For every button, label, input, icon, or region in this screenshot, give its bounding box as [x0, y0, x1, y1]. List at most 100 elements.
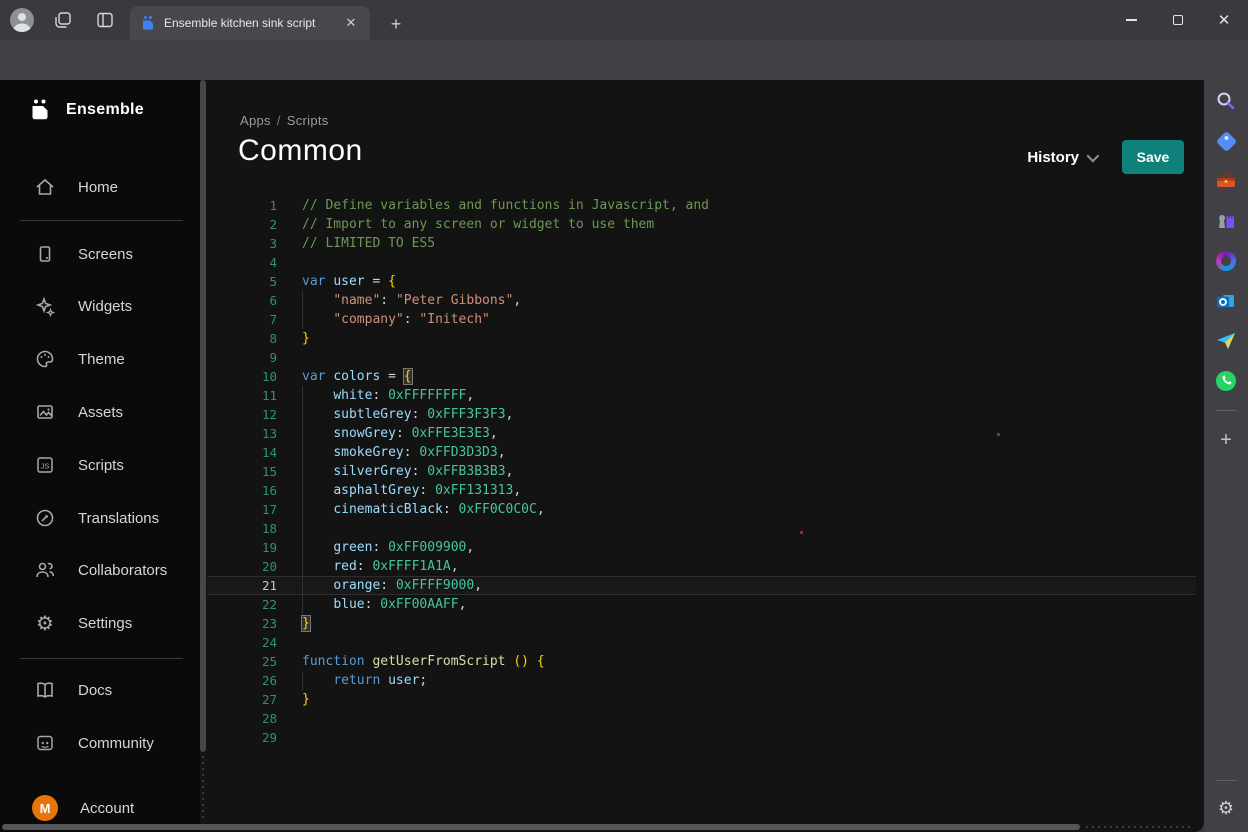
- sidebar-item-community[interactable]: Community: [0, 726, 200, 760]
- code-text: blue: 0xFF00AAFF,: [302, 595, 466, 614]
- code-editor[interactable]: 1// Define variables and functions in Ja…: [207, 196, 1196, 832]
- code-line[interactable]: 8}: [207, 329, 1196, 348]
- sidebar-item-translations[interactable]: Translations: [0, 501, 200, 535]
- vertical-tabs-icon[interactable]: [94, 9, 116, 31]
- red-speck: [800, 531, 803, 534]
- edge-sidebar-divider: [1215, 780, 1237, 781]
- sidebar-item-label: Theme: [78, 351, 125, 368]
- code-line[interactable]: 14 smokeGrey: 0xFFD3D3D3,: [207, 443, 1196, 462]
- code-line[interactable]: 23}: [207, 614, 1196, 633]
- vertical-scrollbar[interactable]: [199, 80, 207, 832]
- red-speck: [997, 433, 1000, 436]
- code-line[interactable]: 6 "name": "Peter Gibbons",: [207, 291, 1196, 310]
- code-line[interactable]: 17 cinematicBlack: 0xFF0C0C0C,: [207, 500, 1196, 519]
- code-line[interactable]: 19 green: 0xFF009900,: [207, 538, 1196, 557]
- line-number: 13: [207, 424, 277, 443]
- code-line[interactable]: 21 orange: 0xFFFF9000,: [207, 576, 1196, 595]
- line-number: 12: [207, 405, 277, 424]
- line-number: 9: [207, 348, 277, 367]
- line-number: 3: [207, 234, 277, 253]
- code-line[interactable]: 25function getUserFromScript () {: [207, 652, 1196, 671]
- code-line[interactable]: 13 snowGrey: 0xFFE3E3E3,: [207, 424, 1196, 443]
- line-number: 6: [207, 291, 277, 310]
- code-area: 1// Define variables and functions in Ja…: [207, 196, 1196, 747]
- sidebar-item-theme[interactable]: Theme: [0, 342, 200, 376]
- sidebar-item-label: Screens: [78, 246, 133, 263]
- code-text: asphaltGrey: 0xFF131313,: [302, 481, 521, 500]
- breadcrumb-apps[interactable]: Apps: [240, 113, 271, 128]
- code-line[interactable]: 27}: [207, 690, 1196, 709]
- code-line[interactable]: 9: [207, 348, 1196, 367]
- line-number: 7: [207, 310, 277, 329]
- code-line[interactable]: 18: [207, 519, 1196, 538]
- sidebar-item-label: Docs: [78, 682, 112, 699]
- code-line[interactable]: 5var user = {: [207, 272, 1196, 291]
- maximize-button[interactable]: [1162, 5, 1194, 35]
- sidebar-item-home[interactable]: Home: [0, 170, 200, 204]
- code-text: return user;: [302, 671, 427, 690]
- tab-close-button[interactable]: ✕: [342, 14, 360, 32]
- code-line[interactable]: 12 subtleGrey: 0xFFF3F3F3,: [207, 405, 1196, 424]
- theme-icon: [34, 348, 56, 370]
- code-line[interactable]: 11 white: 0xFFFFFFFF,: [207, 386, 1196, 405]
- code-line[interactable]: 24: [207, 633, 1196, 652]
- shopping-icon[interactable]: [1214, 129, 1238, 153]
- history-button[interactable]: History: [1027, 149, 1096, 166]
- code-text: orange: 0xFFFF9000,: [302, 576, 482, 595]
- sidebar-item-account[interactable]: M Account: [0, 791, 200, 825]
- code-line[interactable]: 20 red: 0xFFFF1A1A,: [207, 557, 1196, 576]
- code-text: }: [302, 329, 310, 348]
- code-line[interactable]: 2// Import to any screen or widget to us…: [207, 215, 1196, 234]
- code-text: red: 0xFFFF1A1A,: [302, 557, 459, 576]
- minimize-button[interactable]: [1115, 5, 1147, 35]
- code-line[interactable]: 15 silverGrey: 0xFFB3B3B3,: [207, 462, 1196, 481]
- add-to-sidebar-button[interactable]: +: [1214, 428, 1238, 452]
- close-button[interactable]: ✕: [1208, 5, 1240, 35]
- tab-title: Ensemble kitchen sink script: [164, 16, 342, 30]
- outlook-icon[interactable]: [1214, 289, 1238, 313]
- vertical-scrollbar-thumb[interactable]: [200, 80, 206, 752]
- games-icon[interactable]: [1214, 209, 1238, 233]
- tools-icon[interactable]: [1214, 169, 1238, 193]
- code-line[interactable]: 4: [207, 253, 1196, 272]
- sidebar-item-docs[interactable]: Docs: [0, 673, 200, 707]
- horizontal-scrollbar[interactable]: [0, 824, 1196, 831]
- save-button[interactable]: Save: [1122, 140, 1184, 174]
- breadcrumb-scripts[interactable]: Scripts: [287, 113, 329, 128]
- code-line[interactable]: 10var colors = {: [207, 367, 1196, 386]
- code-line[interactable]: 7 "company": "Initech": [207, 310, 1196, 329]
- brand[interactable]: Ensemble: [28, 98, 144, 122]
- line-number: 27: [207, 690, 277, 709]
- search-icon[interactable]: [1214, 89, 1238, 113]
- code-line[interactable]: 16 asphaltGrey: 0xFF131313,: [207, 481, 1196, 500]
- browser-tab[interactable]: Ensemble kitchen sink script ✕: [130, 6, 370, 40]
- line-number: 22: [207, 595, 277, 614]
- sidebar-item-screens[interactable]: Screens: [0, 237, 200, 271]
- sidebar-item-settings[interactable]: ⚙ Settings: [0, 606, 200, 640]
- line-number: 18: [207, 519, 277, 538]
- sidebar-settings-icon[interactable]: ⚙: [1214, 796, 1238, 820]
- code-line[interactable]: 22 blue: 0xFF00AAFF,: [207, 595, 1196, 614]
- new-tab-button[interactable]: +: [384, 12, 408, 36]
- code-text: smokeGrey: 0xFFD3D3D3,: [302, 443, 506, 462]
- sidebar-item-widgets[interactable]: Widgets: [0, 289, 200, 323]
- sidebar-item-assets[interactable]: Assets: [0, 395, 200, 429]
- sidebar-item-scripts[interactable]: JS Scripts: [0, 448, 200, 482]
- code-line[interactable]: 1// Define variables and functions in Ja…: [207, 196, 1196, 215]
- widgets-icon: [34, 295, 56, 317]
- code-text: subtleGrey: 0xFFF3F3F3,: [302, 405, 513, 424]
- microsoft-365-icon[interactable]: [1214, 249, 1238, 273]
- code-line[interactable]: 29: [207, 728, 1196, 747]
- code-line[interactable]: 28: [207, 709, 1196, 728]
- whatsapp-icon[interactable]: [1214, 369, 1238, 393]
- page-title: Common: [238, 134, 363, 168]
- edge-sidebar: + ⚙: [1204, 80, 1248, 832]
- profile-avatar[interactable]: [10, 8, 34, 32]
- sidebar-item-collaborators[interactable]: Collaborators: [0, 553, 200, 587]
- sidebar-item-label: Account: [80, 800, 134, 817]
- code-line[interactable]: 3// LIMITED TO ES5: [207, 234, 1196, 253]
- horizontal-scrollbar-thumb[interactable]: [2, 824, 1080, 830]
- code-line[interactable]: 26 return user;: [207, 671, 1196, 690]
- workspaces-icon[interactable]: [52, 9, 74, 31]
- drop-icon[interactable]: [1214, 329, 1238, 353]
